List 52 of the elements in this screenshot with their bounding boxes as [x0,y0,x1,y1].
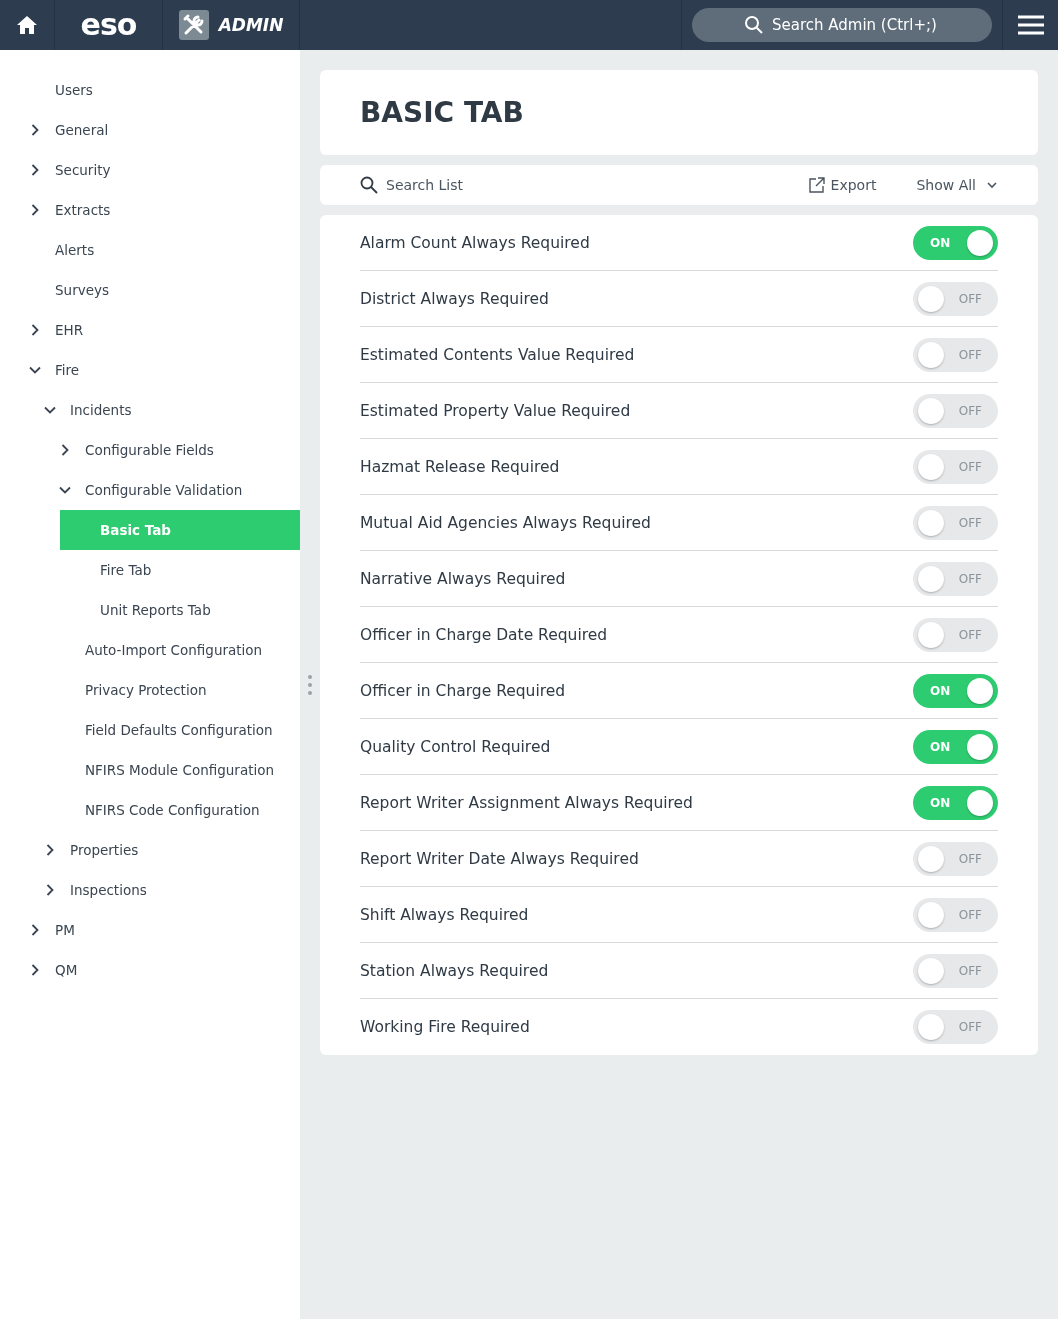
home-icon [17,16,37,34]
setting-label: Quality Control Required [360,737,551,756]
sidebar-item[interactable]: Extracts [55,202,111,218]
setting-label: Estimated Contents Value Required [360,345,635,364]
sidebar-item[interactable]: EHR [55,322,84,338]
sidebar-item[interactable]: QM [55,962,78,978]
menu-icon [1017,15,1044,35]
sidebar-item[interactable]: Field Defaults Configuration [85,722,273,738]
setting-label: Report Writer Date Always Required [360,849,639,868]
sidebar-item[interactable]: Properties [70,842,139,858]
sidebar-item[interactable]: Alerts [55,242,95,258]
sidebar-item[interactable]: Incidents [70,402,132,418]
sidebar-item[interactable]: Fire Tab [100,562,152,578]
search-icon [360,176,378,194]
sidebar-item[interactable]: Configurable Validation [85,482,243,498]
search-input[interactable]: Search Admin (Ctrl+;) [770,15,940,35]
sidebar-item[interactable]: Unit Reports Tab [100,602,211,618]
sidebar-item[interactable]: Privacy Protection [85,682,207,698]
show-all-dropdown[interactable]: Show All [916,177,998,193]
setting-label: Station Always Required [360,961,549,980]
logo: eso [80,10,137,40]
chevron-icon [986,179,998,191]
export-button[interactable]: Export [808,177,877,193]
search-field[interactable]: Search Admin (Ctrl+;) [692,8,992,42]
setting-label: Narrative Always Required [360,569,566,588]
sidebar-item[interactable]: Configurable Fields [85,442,214,458]
setting-label: Officer in Charge Date Required [360,625,608,644]
sidebar-item[interactable]: NFIRS Module Configuration [85,762,275,778]
setting-label: Estimated Property Value Required [360,401,631,420]
export-icon [808,177,825,193]
sidebar-item[interactable]: Users [55,82,93,98]
setting-label: Mutual Aid Agencies Always Required [360,513,651,532]
setting-label: Shift Always Required [360,905,529,924]
setting-label: Alarm Count Always Required [360,233,590,252]
search-icon [744,15,764,35]
setting-label: Hazmat Release Required [360,457,560,476]
setting-label: District Always Required [360,289,549,308]
sidebar-item[interactable]: General [55,122,109,138]
sidebar-item[interactable]: PM [55,922,75,938]
setting-label: Officer in Charge Required [360,681,566,700]
setting-label: Report Writer Assignment Always Required [360,793,693,812]
page-title: BASIC TAB [360,96,524,129]
sidebar-item[interactable]: Fire [55,362,80,378]
resize-handle[interactable] [308,674,312,695]
setting-label: Working Fire Required [360,1018,530,1036]
sidebar-item[interactable]: Auto-Import Configuration [85,642,263,658]
app-name: ADMIN [218,15,284,35]
sidebar-item[interactable]: NFIRS Code Configuration [85,802,260,818]
sidebar-item[interactable]: Surveys [55,282,109,298]
tools-icon [178,10,209,40]
sidebar-item[interactable]: Security [55,162,111,178]
sidebar-item[interactable]: Inspections [70,882,147,898]
